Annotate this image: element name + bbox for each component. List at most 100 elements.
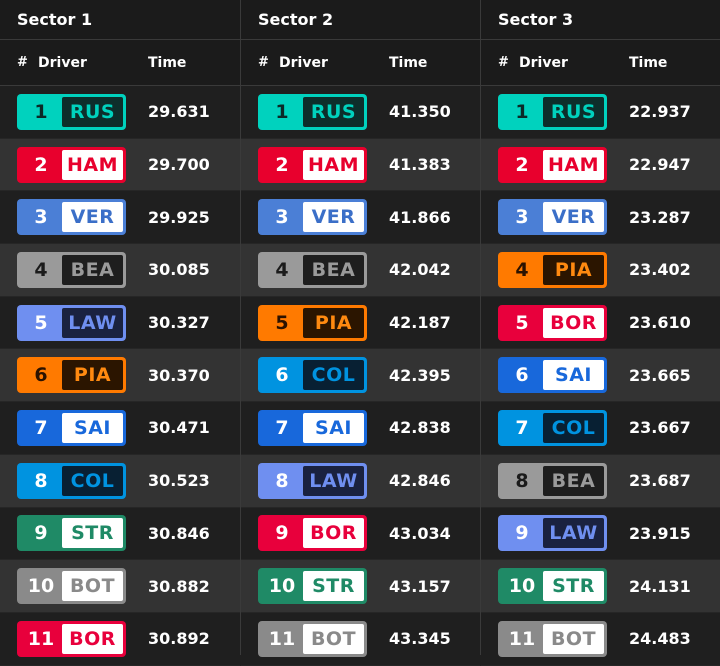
sector-time: 23.915 xyxy=(629,523,691,543)
sector-rows: 1 RUS 29.631 2 HAM 29.700 3 VER 29.925 4 BEA 30.085… xyxy=(0,86,240,666)
sector-time: 42.395 xyxy=(389,365,451,385)
table-row: 6 COL 42.395 xyxy=(241,349,480,403)
sector-time: 29.631 xyxy=(148,102,210,122)
driver-code: VER xyxy=(62,202,123,233)
table-row: 3 VER 23.287 xyxy=(481,191,720,245)
driver-code: RUS xyxy=(62,96,123,127)
sector-time: 41.350 xyxy=(389,102,451,122)
sector-time: 24.483 xyxy=(629,629,691,649)
driver-badge: 1 RUS xyxy=(498,93,607,130)
driver-badge: 9 BOR xyxy=(258,515,367,552)
table-row: 2 HAM 29.700 xyxy=(0,138,240,192)
driver-code: RUS xyxy=(303,96,364,127)
position-number: 3 xyxy=(275,206,289,229)
driver-code: VER xyxy=(303,202,364,233)
column-header-row: # Driver Time xyxy=(241,40,480,86)
table-row: 3 VER 41.866 xyxy=(241,191,480,245)
position-number: 6 xyxy=(34,364,48,387)
table-row: 9 BOR 43.034 xyxy=(241,507,480,561)
sector-time: 30.085 xyxy=(148,260,210,280)
table-row: 5 PIA 42.187 xyxy=(241,296,480,350)
driver-code: STR xyxy=(303,571,364,602)
table-row: 9 LAW 23.915 xyxy=(481,507,720,561)
driver-badge: 11 BOR xyxy=(17,620,126,657)
position-number: 11 xyxy=(508,627,536,650)
position-number: 8 xyxy=(275,469,289,492)
sector-times-grid: Sector 1 # Driver Time 1 RUS 29.631 2 HAM 29.… xyxy=(0,0,720,666)
table-row: 10 BOT 30.882 xyxy=(0,560,240,613)
driver-code: SAI xyxy=(62,412,123,443)
sector-time: 41.383 xyxy=(389,155,451,175)
sector-time: 23.287 xyxy=(629,207,691,227)
driver-header: Driver xyxy=(519,54,568,71)
table-row: 1 RUS 29.631 xyxy=(0,86,240,139)
driver-code: RUS xyxy=(543,96,604,127)
driver-code: PIA xyxy=(303,307,364,338)
sector-time: 29.925 xyxy=(148,207,210,227)
driver-badge: 4 BEA xyxy=(17,251,126,288)
driver-header: Driver xyxy=(38,54,87,71)
position-number: 7 xyxy=(34,416,48,439)
sector-time: 41.866 xyxy=(389,207,451,227)
driver-badge: 11 BOT xyxy=(498,620,607,657)
driver-code: COL xyxy=(62,465,123,496)
sector-time: 23.665 xyxy=(629,365,691,385)
time-header: Time xyxy=(629,54,668,71)
table-row: 2 HAM 41.383 xyxy=(241,138,480,192)
position-number: 10 xyxy=(268,575,296,598)
driver-badge: 10 STR xyxy=(498,568,607,605)
driver-badge: 2 HAM xyxy=(17,146,126,183)
table-row: 8 LAW 42.846 xyxy=(241,454,480,508)
driver-badge: 1 RUS xyxy=(17,93,126,130)
column-header-row: # Driver Time xyxy=(481,40,720,86)
position-number: 8 xyxy=(515,469,529,492)
driver-code: VER xyxy=(543,202,604,233)
sector-time: 23.667 xyxy=(629,418,691,438)
sector-title: Sector 3 xyxy=(481,0,720,40)
table-row: 11 BOT 43.345 xyxy=(241,612,480,666)
driver-code: BEA xyxy=(62,254,123,285)
driver-header: Driver xyxy=(279,54,328,71)
driver-code: STR xyxy=(543,571,604,602)
time-header: Time xyxy=(148,54,187,71)
table-row: 5 BOR 23.610 xyxy=(481,296,720,350)
driver-badge: 7 SAI xyxy=(17,409,126,446)
driver-badge: 6 SAI xyxy=(498,357,607,394)
driver-badge: 6 PIA xyxy=(17,357,126,394)
position-number: 10 xyxy=(27,575,55,598)
position-number: 4 xyxy=(34,258,48,281)
table-row: 11 BOT 24.483 xyxy=(481,612,720,666)
table-row: 7 COL 23.667 xyxy=(481,402,720,455)
sector-time: 43.345 xyxy=(389,629,451,649)
driver-code: BOT xyxy=(62,571,123,602)
position-number: 11 xyxy=(268,627,296,650)
sector-2-table: Sector 2 # Driver Time 1 RUS 41.350 2 HAM 41.… xyxy=(240,0,480,666)
sector-1-table: Sector 1 # Driver Time 1 RUS 29.631 2 HAM 29.… xyxy=(0,0,240,666)
driver-badge: 3 VER xyxy=(17,199,126,236)
driver-code: HAM xyxy=(62,149,123,180)
driver-code: SAI xyxy=(303,412,364,443)
position-number: 9 xyxy=(275,522,289,545)
position-number: 5 xyxy=(515,311,529,334)
position-number: 7 xyxy=(515,416,529,439)
position-number: 8 xyxy=(34,469,48,492)
position-number: 1 xyxy=(515,100,529,123)
position-number: 11 xyxy=(27,627,55,650)
driver-code: BOR xyxy=(62,623,123,654)
sector-time: 42.187 xyxy=(389,313,451,333)
driver-code: COL xyxy=(303,360,364,391)
table-row: 4 PIA 23.402 xyxy=(481,244,720,297)
table-row: 3 VER 29.925 xyxy=(0,191,240,245)
table-row: 8 COL 30.523 xyxy=(0,454,240,508)
sector-time: 23.610 xyxy=(629,313,691,333)
sector-time: 30.882 xyxy=(148,576,210,596)
position-number: 5 xyxy=(34,311,48,334)
driver-badge: 9 LAW xyxy=(498,515,607,552)
driver-code: BOR xyxy=(543,307,604,338)
driver-code: PIA xyxy=(543,254,604,285)
sector-3-table: Sector 3 # Driver Time 1 RUS 22.937 2 HAM 22.… xyxy=(480,0,720,666)
driver-code: COL xyxy=(543,412,604,443)
driver-code: HAM xyxy=(303,149,364,180)
table-row: 4 BEA 30.085 xyxy=(0,244,240,297)
sector-title: Sector 1 xyxy=(0,0,240,40)
